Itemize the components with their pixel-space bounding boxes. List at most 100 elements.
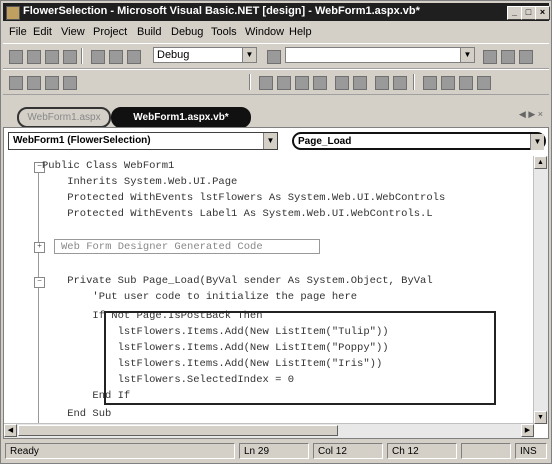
complete-word-button[interactable] — [61, 74, 77, 90]
menu-file[interactable]: File — [9, 26, 27, 38]
text-editor-toolbar — [3, 69, 549, 95]
minimize-button[interactable]: _ — [507, 6, 522, 20]
parameter-info-icon — [27, 76, 41, 90]
status-char: Ch 12 — [387, 443, 457, 459]
code-line: Protected WithEvents lstFlowers As Syste… — [42, 192, 446, 204]
toolbar-separator — [249, 74, 251, 90]
indent-icon — [335, 76, 349, 90]
chevron-down-icon[interactable]: ▼ — [460, 48, 474, 62]
copy-button[interactable] — [107, 48, 123, 64]
font-button[interactable] — [311, 74, 327, 90]
bookmark-icon — [423, 76, 437, 90]
status-column: Col 12 — [313, 443, 383, 459]
tab-scroll-arrows-icon[interactable]: ◀ ▶ × — [519, 109, 543, 120]
bookmark-clear-button[interactable] — [475, 74, 491, 90]
find-button[interactable] — [265, 48, 281, 64]
parameter-info-button[interactable] — [25, 74, 41, 90]
list-members-icon — [9, 76, 23, 90]
scroll-up-icon[interactable]: ▲ — [534, 156, 547, 169]
indent-button[interactable] — [333, 74, 349, 90]
window-title: FlowerSelection - Microsoft Visual Basic… — [23, 5, 420, 17]
outdent-icon — [353, 76, 367, 90]
align-center-icon — [277, 76, 291, 90]
save-icon — [45, 50, 59, 64]
method-name-combo[interactable]: Page_Load ▼ — [292, 132, 546, 150]
quick-info-button[interactable] — [43, 74, 59, 90]
toolbox-button[interactable] — [517, 48, 533, 64]
properties-button[interactable] — [499, 48, 515, 64]
paste-icon — [127, 50, 141, 64]
copy-icon — [109, 50, 123, 64]
complete-word-icon — [63, 76, 77, 90]
chevron-down-icon[interactable]: ▼ — [530, 134, 544, 150]
chevron-down-icon[interactable]: ▼ — [263, 133, 277, 149]
code-line: Inherits System.Web.UI.Page — [42, 176, 238, 188]
solution-config-select[interactable]: Debug ▼ — [153, 47, 257, 63]
font-icon — [313, 76, 327, 90]
open-button[interactable] — [25, 48, 41, 64]
uncomment-button[interactable] — [391, 74, 407, 90]
bookmark-prev-icon — [459, 76, 473, 90]
cut-button[interactable] — [89, 48, 105, 64]
align-left-button[interactable] — [257, 74, 273, 90]
title-bar[interactable]: FlowerSelection - Microsoft Visual Basic… — [3, 3, 550, 21]
menu-edit[interactable]: Edit — [33, 26, 52, 38]
bookmark-prev-button[interactable] — [457, 74, 473, 90]
menu-project[interactable]: Project — [93, 26, 127, 38]
scroll-left-icon[interactable]: ◀ — [4, 424, 17, 437]
menu-tools[interactable]: Tools — [211, 26, 237, 38]
paste-button[interactable] — [125, 48, 141, 64]
collapsed-region[interactable]: Web Form Designer Generated Code — [54, 239, 320, 254]
solution-explorer-button[interactable] — [481, 48, 497, 64]
solution-config-value: Debug — [157, 49, 190, 61]
bookmark-next-button[interactable] — [439, 74, 455, 90]
chevron-down-icon[interactable]: ▼ — [242, 48, 256, 62]
standard-toolbar: Debug ▼ ▼ — [3, 43, 549, 69]
align-right-button[interactable] — [293, 74, 309, 90]
scroll-right-icon[interactable]: ▶ — [521, 424, 534, 437]
align-right-icon — [295, 76, 309, 90]
expand-icon[interactable]: + — [34, 242, 45, 253]
open-icon — [27, 50, 41, 64]
menu-window[interactable]: Window — [245, 26, 284, 38]
class-name-value: WebForm1 (FlowerSelection) — [13, 135, 151, 146]
bookmark-clear-icon — [477, 76, 491, 90]
bookmark-toggle-button[interactable] — [421, 74, 437, 90]
code-line: Protected WithEvents Label1 As System.We… — [42, 208, 433, 220]
app-icon[interactable] — [6, 6, 20, 20]
tab-webform-design[interactable]: WebForm1.aspx — [17, 107, 111, 128]
menu-view[interactable]: View — [61, 26, 85, 38]
save-button[interactable] — [43, 48, 59, 64]
highlight-annotation — [104, 311, 496, 405]
status-insert-mode: INS — [515, 443, 547, 459]
scroll-thumb[interactable] — [18, 425, 338, 436]
menu-bar: File Edit View Project Build Debug Tools… — [3, 23, 549, 41]
ide-window: FlowerSelection - Microsoft Visual Basic… — [0, 0, 552, 464]
status-blank — [461, 443, 511, 459]
outdent-button[interactable] — [351, 74, 367, 90]
tab-webform-code[interactable]: WebForm1.aspx.vb* — [111, 107, 251, 128]
scroll-down-icon[interactable]: ▼ — [534, 411, 547, 424]
menu-help[interactable]: Help — [289, 26, 312, 38]
new-project-button[interactable] — [7, 48, 23, 64]
save-all-button[interactable] — [61, 48, 77, 64]
code-editor[interactable]: WebForm1 (FlowerSelection) ▼ Page_Load ▼… — [3, 127, 549, 439]
code-line: Private Sub Page_Load(ByVal sender As Sy… — [42, 275, 433, 287]
class-name-combo[interactable]: WebForm1 (FlowerSelection) ▼ — [8, 132, 278, 150]
menu-build[interactable]: Build — [137, 26, 161, 38]
uncomment-icon — [393, 76, 407, 90]
comment-button[interactable] — [373, 74, 389, 90]
vertical-scrollbar[interactable]: ▲ ▼ — [533, 156, 548, 424]
close-button[interactable]: × — [535, 6, 550, 20]
align-center-button[interactable] — [275, 74, 291, 90]
menu-debug[interactable]: Debug — [171, 26, 203, 38]
maximize-button[interactable]: □ — [521, 6, 536, 20]
list-members-button[interactable] — [7, 74, 23, 90]
horizontal-scrollbar[interactable]: ◀ ▶ — [4, 423, 534, 438]
code-line: 'Put user code to initialize the page he… — [42, 291, 358, 303]
code-line: End Sub — [42, 408, 112, 420]
find-combo[interactable]: ▼ — [285, 47, 475, 63]
status-message: Ready — [5, 443, 235, 459]
new-project-icon — [9, 50, 23, 64]
status-line: Ln 29 — [239, 443, 309, 459]
